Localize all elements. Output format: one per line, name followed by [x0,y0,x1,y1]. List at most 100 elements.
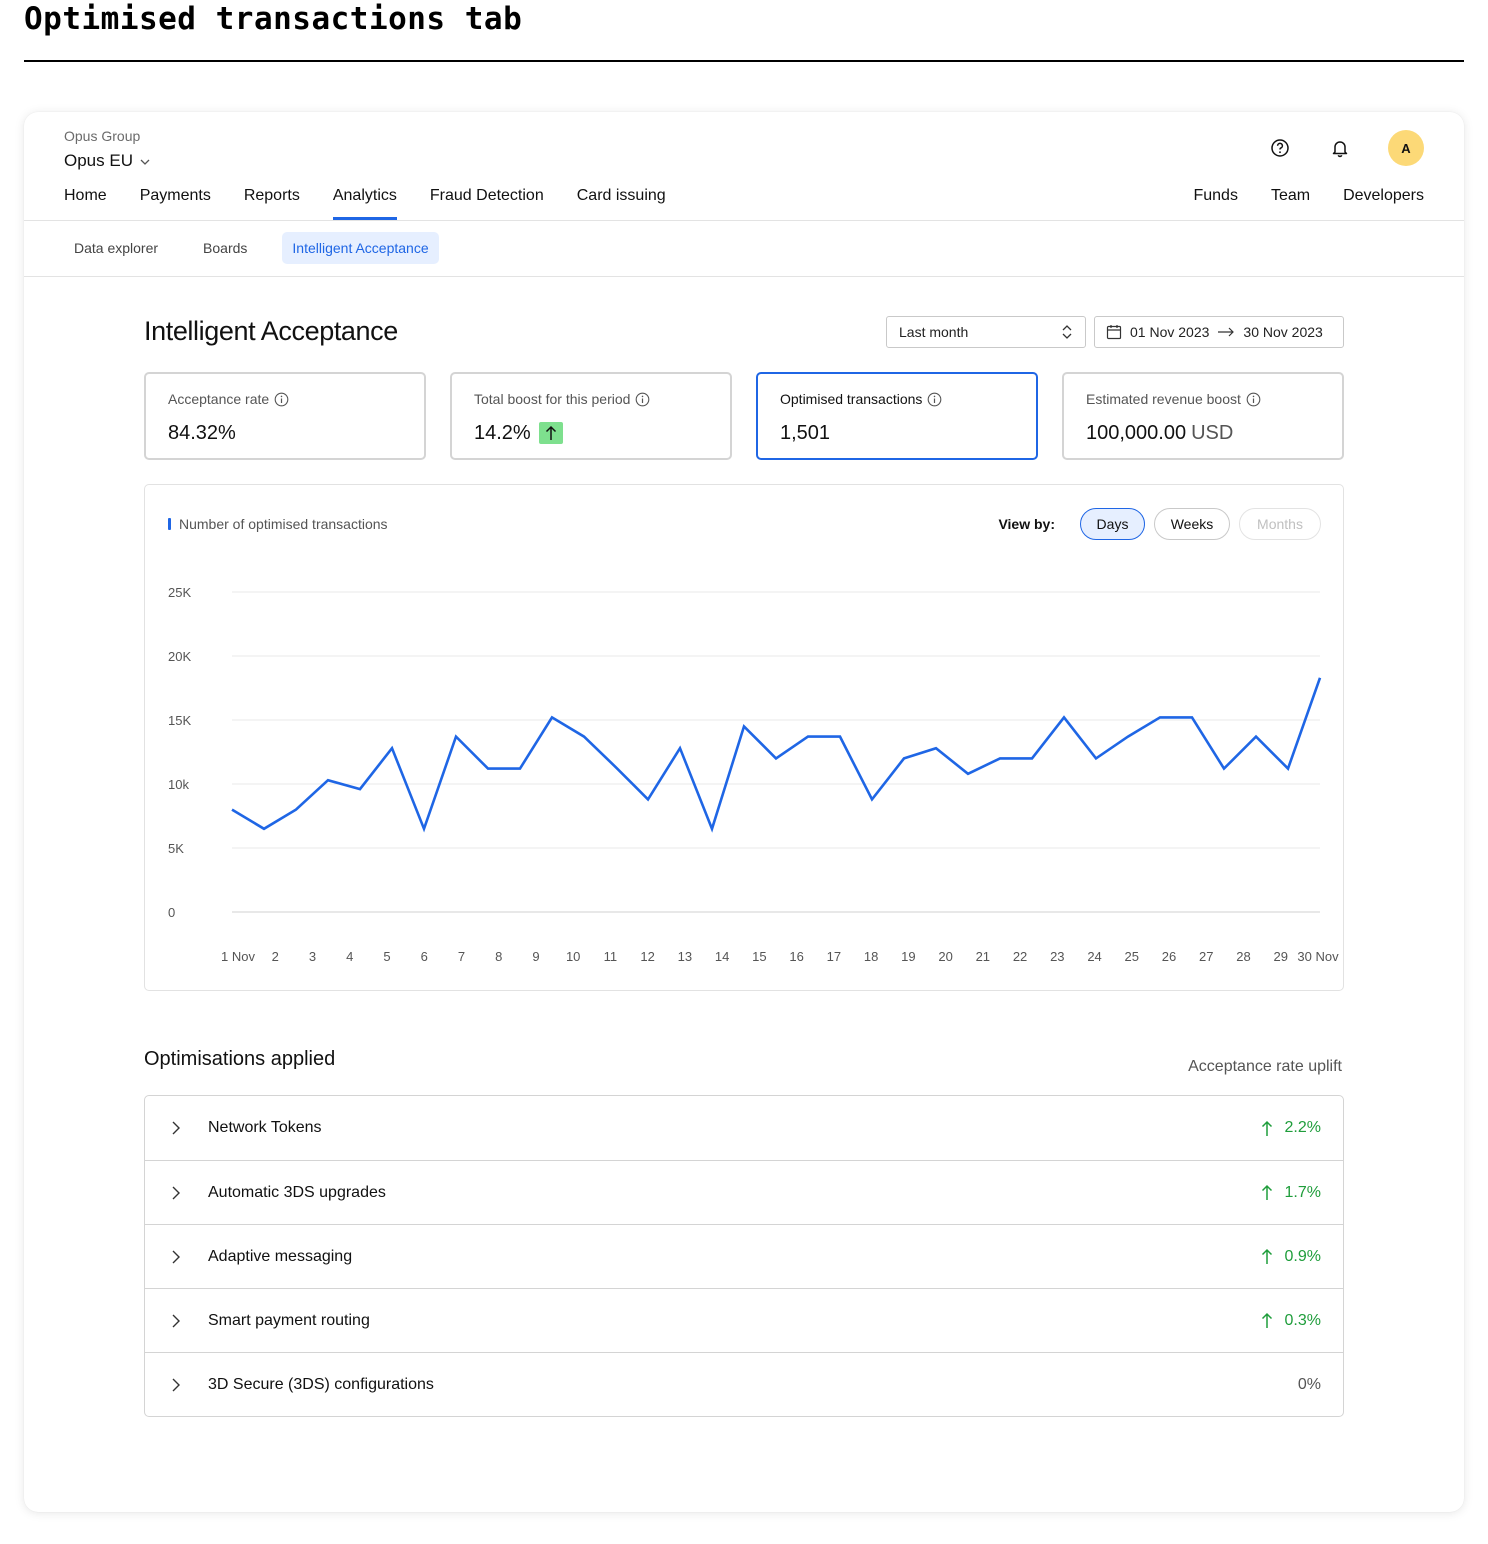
x-tick-label: 21 [976,949,990,964]
info-icon[interactable] [927,392,942,407]
org-name: Opus Group [64,128,141,144]
kpi-total-boost[interactable]: Total boost for this period 14.2% [450,372,732,460]
info-icon[interactable] [1246,392,1261,407]
info-icon[interactable] [635,392,650,407]
arrow-up-icon [1261,1312,1272,1328]
x-tick-label: 17 [827,949,841,964]
arrow-up-icon [1261,1184,1272,1200]
optimisations-table: Network Tokens 2.2% Automatic 3DS upgrad… [144,1095,1344,1417]
trend-up-badge [538,422,563,444]
kpi-acceptance-rate[interactable]: Acceptance rate 84.32% [144,372,426,460]
chevron-right-icon[interactable] [167,1312,185,1330]
uplift-column-header: Acceptance rate uplift [1188,1058,1342,1075]
page-title: Intelligent Acceptance [144,316,398,346]
uplift-text: 0% [1297,1375,1321,1393]
x-tick-label: 24 [1087,949,1101,964]
x-tick-label: 3 [309,949,316,964]
nav-item-team[interactable]: Team [1271,186,1310,206]
title-divider [24,60,1464,62]
kpi-label: Optimised transactions [780,391,923,407]
x-tick-label: 12 [640,949,654,964]
table-row[interactable]: 3D Secure (3DS) configurations 0% [145,1352,1343,1416]
sub-nav: Data explorer Boards Intelligent Accepta… [64,232,464,264]
kpi-value: 100,000.00 [1086,422,1187,444]
x-tick-label: 13 [678,949,692,964]
x-tick-label: 6 [421,949,428,964]
kpi-unit: USD [1191,422,1234,444]
x-tick-label: 7 [458,949,465,964]
nav-item-payments[interactable]: Payments [140,186,211,220]
y-tick-label: 0 [168,905,175,920]
arrow-up-icon [545,425,556,440]
chevron-right-icon[interactable] [167,1119,185,1137]
chevron-right-icon[interactable] [167,1248,185,1266]
nav-item-fraud-detection[interactable]: Fraud Detection [430,186,544,220]
uplift-text: 1.7% [1284,1183,1321,1201]
chevron-right-icon[interactable] [167,1184,185,1202]
optimisation-name: Network Tokens [208,1119,322,1136]
date-range-picker[interactable]: 01 Nov 2023 30 Nov 2023 [1094,316,1344,348]
uplift-text: 2.2% [1284,1119,1321,1136]
series-line [231,677,1322,833]
kpi-estimated-revenue-boost[interactable]: Estimated revenue boost 100,000.00 USD [1062,372,1344,460]
x-tick-label: 23 [1050,949,1064,964]
calendar-icon [1106,325,1122,340]
table-row[interactable]: Automatic 3DS upgrades 1.7% [145,1160,1343,1224]
nav-item-developers[interactable]: Developers [1343,186,1424,206]
chevron-right-icon[interactable] [167,1376,185,1394]
x-tick-label: 5 [383,949,390,964]
uplift-value: 1.7% [1261,1184,1321,1202]
optimisation-name: Smart payment routing [208,1311,370,1329]
arrow-right-icon [1218,327,1235,337]
y-tick-label: 20K [168,649,191,664]
date-to: 30 Nov 2023 [1243,324,1323,340]
uplift-value: 0.3% [1261,1312,1321,1330]
info-icon[interactable] [274,392,289,407]
kpi-label: Total boost for this period [474,391,631,407]
optimisation-name: 3D Secure (3DS) configurations [208,1375,434,1393]
x-tick-label: 14 [715,949,729,964]
tab-boards[interactable]: Boards [193,232,257,264]
sort-arrows-icon [1062,325,1072,339]
bell-icon[interactable] [1328,136,1352,160]
nav-item-funds[interactable]: Funds [1193,186,1237,206]
kpi-optimised-transactions[interactable]: Optimised transactions 1,501 [756,372,1038,460]
period-select[interactable]: Last month [886,316,1086,348]
uplift-value: 0% [1298,1376,1321,1394]
x-tick-label: 29 [1274,949,1288,964]
nav-item-home[interactable]: Home [64,186,107,220]
x-tick-label: 11 [604,949,618,964]
nav-item-card-issuing[interactable]: Card issuing [577,186,666,220]
kpi-label: Estimated revenue boost [1086,391,1241,407]
x-tick-label: 1 Nov [221,949,255,964]
help-icon[interactable] [1268,136,1292,160]
x-tick-label: 28 [1236,949,1250,964]
kpi-value: 84.32% [168,422,236,444]
account-switcher[interactable]: Opus EU [64,151,151,171]
optimisations-title: Optimisations applied [144,1048,336,1070]
y-tick-label: 25K [168,585,191,600]
table-row[interactable]: Network Tokens 2.2% [145,1096,1343,1160]
uplift-text: 0.3% [1284,1311,1321,1329]
kpi-value: 14.2% [474,422,531,444]
table-row[interactable]: Adaptive messaging 0.9% [145,1224,1343,1288]
x-tick-label: 18 [864,949,878,964]
period-select-value: Last month [899,324,969,340]
top-actions: A [1268,130,1424,166]
uplift-value: 2.2% [1261,1119,1321,1137]
optimisation-name: Adaptive messaging [208,1247,353,1265]
subnav-divider [24,276,1464,277]
chart-card: Number of optimised transactions View by… [144,484,1344,991]
avatar[interactable]: A [1388,130,1424,166]
chevron-down-icon [140,159,150,165]
uplift-text: 0.9% [1284,1247,1321,1265]
nav-item-reports[interactable]: Reports [244,186,300,220]
y-tick-label: 10k [168,777,189,792]
table-row[interactable]: Smart payment routing 0.3% [145,1288,1343,1352]
main-nav: Home Payments Reports Analytics Fraud De… [64,186,699,220]
nav-item-analytics[interactable]: Analytics [332,186,397,220]
x-tick-label: 2 [272,949,279,964]
tab-intelligent-acceptance[interactable]: Intelligent Acceptance [282,232,439,264]
tab-data-explorer[interactable]: Data explorer [64,232,168,264]
x-tick-label: 10 [566,949,580,964]
